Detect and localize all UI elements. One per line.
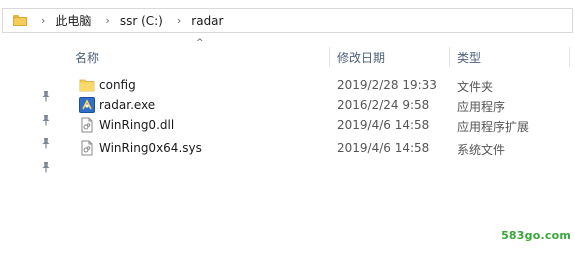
column-divider[interactable]: [329, 47, 330, 67]
folder-icon: [13, 15, 27, 26]
column-divider[interactable]: [449, 47, 450, 67]
file-row-winring0-dll[interactable]: WinRing0.dll 2019/4/6 14:58 应用程序扩展: [75, 115, 575, 135]
pin-icon[interactable]: [39, 136, 53, 150]
file-name: config: [99, 78, 136, 92]
chevron-right-icon[interactable]: ›: [105, 14, 109, 27]
chevron-right-icon[interactable]: ›: [41, 14, 45, 27]
file-name: radar.exe: [99, 98, 156, 112]
file-modified: 2019/4/6 14:58: [337, 141, 430, 155]
chevron-right-icon[interactable]: ›: [177, 14, 181, 27]
sys-file-icon: [79, 140, 95, 156]
column-divider[interactable]: [569, 47, 570, 67]
watermark-text: 583go.com: [501, 229, 571, 242]
file-name: WinRing0x64.sys: [99, 141, 202, 155]
file-modified: 2019/2/28 19:33: [337, 78, 437, 92]
breadcrumb-drive[interactable]: ssr (C:): [120, 14, 163, 28]
file-type: 文件夹: [457, 80, 494, 94]
column-name[interactable]: 名称: [75, 49, 99, 66]
column-type[interactable]: 类型: [457, 49, 481, 66]
file-type: 应用程序扩展: [457, 120, 530, 134]
file-modified: 2016/2/24 9:58: [337, 98, 430, 112]
breadcrumb-radar[interactable]: radar: [191, 14, 223, 28]
column-header: 名称 修改日期 类型: [0, 47, 575, 67]
folder-icon: [79, 77, 95, 93]
breadcrumb-this-pc[interactable]: 此电脑: [55, 12, 91, 29]
file-name: WinRing0.dll: [99, 118, 175, 132]
exe-icon: [79, 97, 95, 113]
file-type: 应用程序: [457, 100, 506, 114]
file-row-winring0x64-sys[interactable]: WinRing0x64.sys 2019/4/6 14:58 系统文件: [75, 138, 575, 158]
pin-icon[interactable]: [39, 89, 53, 103]
column-modified[interactable]: 修改日期: [337, 49, 385, 66]
dll-file-icon: [79, 117, 95, 133]
file-modified: 2019/4/6 14:58: [337, 118, 430, 132]
file-row-config[interactable]: config 2019/2/28 19:33 文件夹: [75, 75, 575, 95]
file-row-radar-exe[interactable]: radar.exe 2016/2/24 9:58 应用程序: [75, 95, 575, 115]
file-type: 系统文件: [457, 143, 506, 157]
pin-icon[interactable]: [39, 160, 53, 174]
address-bar[interactable]: › 此电脑 › ssr (C:) › radar: [2, 8, 573, 33]
pin-icon[interactable]: [39, 113, 53, 127]
